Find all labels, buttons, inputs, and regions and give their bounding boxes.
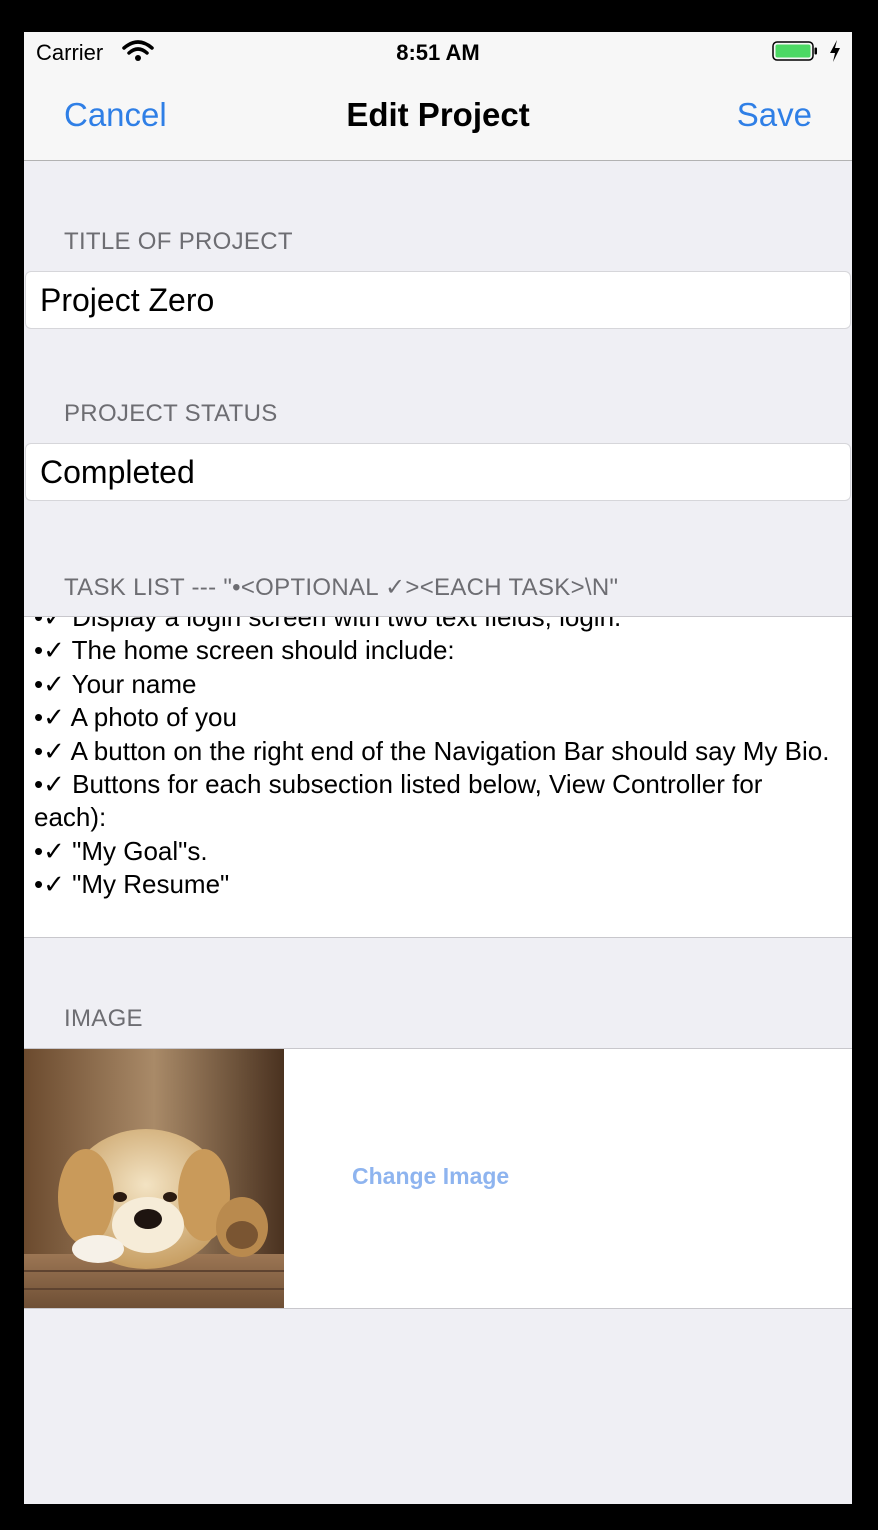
phone-screen: Carrier 8:51 AM Cancel Edit Project Save… (24, 32, 852, 1504)
title-section-header: TITLE OF PROJECT (64, 228, 293, 255)
task-line: •✓ The home screen should include: (34, 635, 455, 666)
task-list-section-header: TASK LIST --- "•<OPTIONAL ✓><EACH TASK>\… (64, 574, 619, 601)
image-cell: Change Image (24, 1048, 852, 1309)
project-title-field[interactable]: Project Zero (25, 271, 851, 329)
battery-icon (772, 41, 817, 61)
project-status-value: Completed (40, 454, 195, 490)
task-line: •✓ A button on the right end of the Navi… (34, 735, 830, 766)
task-line: •✓ Display a login screen with two text … (34, 616, 622, 632)
save-button[interactable]: Save (737, 96, 812, 134)
task-line: •✓ "My Resume" (34, 869, 230, 900)
task-line: •✓ A photo of you (34, 702, 237, 733)
image-section-header: IMAGE (64, 1005, 143, 1032)
page-title: Edit Project (346, 96, 530, 133)
project-status-field[interactable]: Completed (25, 443, 851, 501)
status-section-header: PROJECT STATUS (64, 400, 278, 427)
charging-bolt-icon (830, 40, 840, 62)
puppy-photo (24, 1049, 284, 1308)
task-list-text-view[interactable]: •✓ Display a login screen with two text … (24, 616, 852, 938)
status-time: 8:51 AM (396, 40, 480, 65)
project-title-value: Project Zero (40, 282, 215, 318)
navigation-bar: Cancel Edit Project Save (24, 72, 852, 161)
task-line: •✓ Your name (34, 668, 197, 699)
change-image-button[interactable]: Change Image (352, 1163, 509, 1190)
task-line: •✓ "My Goal"s. (34, 835, 208, 866)
task-line: •✓ Buttons for each subsection listed be… (34, 769, 763, 833)
task-list-lines: •✓ Display a login screen with two text … (34, 616, 834, 902)
status-bar: Carrier 8:51 AM (24, 32, 852, 72)
